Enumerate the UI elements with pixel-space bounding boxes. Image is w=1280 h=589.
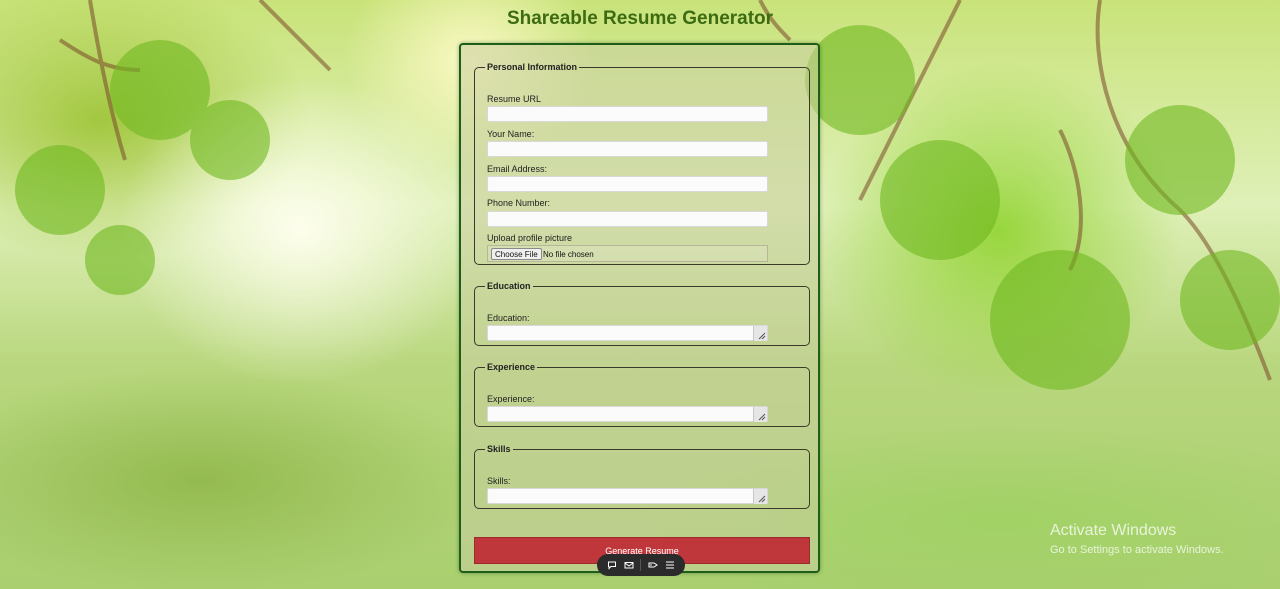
profile-picture-label: Upload profile picture (487, 233, 573, 243)
phone-label: Phone Number: (487, 198, 551, 208)
watermark-subtitle: Go to Settings to activate Windows. (1050, 544, 1224, 556)
skills-label: Skills: (487, 476, 511, 486)
skills-legend: Skills (487, 444, 511, 454)
chat-bubble-icon[interactable] (606, 559, 618, 571)
personal-information-legend: Personal Information (487, 62, 578, 72)
resume-url-label: Resume URL (487, 94, 542, 104)
education-section: Education Education: (474, 281, 810, 346)
windows-activation-watermark: Activate Windows Go to Settings to activ… (1050, 522, 1224, 556)
name-input[interactable] (487, 141, 768, 157)
education-textarea[interactable] (487, 325, 768, 341)
experience-textarea[interactable] (487, 406, 768, 422)
mail-icon[interactable] (623, 559, 635, 571)
resume-form-card: Personal Information Resume URL Your Nam… (459, 43, 820, 573)
experience-section: Experience Experience: (474, 362, 810, 427)
profile-picture-file-input: Choose File No file chosen (487, 245, 768, 262)
choose-file-button[interactable]: Choose File (491, 248, 542, 260)
watermark-title: Activate Windows (1050, 522, 1177, 539)
skills-textarea[interactable] (487, 488, 768, 504)
email-label: Email Address: (487, 164, 548, 174)
floating-toolbar (597, 554, 685, 576)
education-legend: Education (487, 281, 531, 291)
no-file-chosen-text: No file chosen (543, 250, 594, 259)
personal-information-section: Personal Information Resume URL Your Nam… (474, 62, 810, 265)
resize-grip-icon[interactable] (753, 489, 767, 504)
resize-grip-icon[interactable] (753, 326, 767, 341)
menu-icon[interactable] (664, 559, 676, 571)
name-label: Your Name: (487, 129, 535, 139)
email-input[interactable] (487, 176, 768, 192)
experience-label: Experience: (487, 394, 535, 404)
phone-input[interactable] (487, 211, 768, 227)
education-label: Education: (487, 313, 530, 323)
skills-section: Skills Skills: (474, 444, 810, 509)
toolbar-divider (640, 559, 642, 571)
resize-grip-icon[interactable] (753, 407, 767, 422)
tag-icon[interactable] (647, 559, 659, 571)
resume-url-input[interactable] (487, 106, 768, 122)
experience-legend: Experience (487, 362, 536, 372)
page-title: Shareable Resume Generator (506, 8, 774, 29)
